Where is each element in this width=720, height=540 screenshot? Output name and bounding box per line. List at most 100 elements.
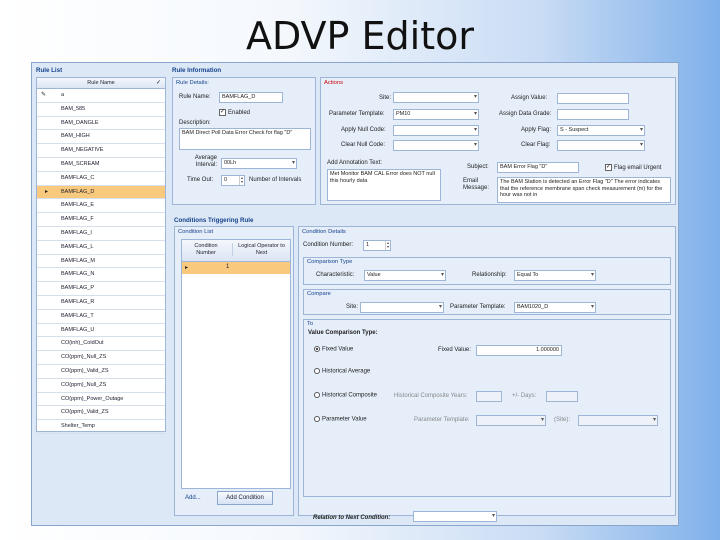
rule-list-item[interactable]: CO(ppm)_Valid_ZS: [37, 365, 165, 379]
rule-list-item[interactable]: BAMFLAG_T: [37, 310, 165, 324]
rule-list-item-label: BAM_DANGLE: [61, 119, 99, 126]
conditions-header: Conditions Triggering Rule: [174, 217, 254, 224]
rule-list-item[interactable]: BAM_HIGH: [37, 130, 165, 145]
historical-composite-radio[interactable]: Historical Composite: [314, 392, 377, 399]
rule-list-item[interactable]: Shelter_Temp: [37, 420, 165, 434]
relationship-combo[interactable]: Equal To: [514, 270, 596, 281]
rule-list-item[interactable]: ▸ BAMFLAG_D: [37, 185, 165, 200]
apply-flag-combo[interactable]: S - Suspect: [557, 125, 645, 136]
rule-list-item-label: BAMFLAG_L: [61, 243, 94, 250]
comparison-type-header: Comparison Type: [307, 259, 353, 265]
rule-name-column-header[interactable]: Rule Name ✓: [37, 78, 165, 89]
rule-list-item-label: BAMFLAG_I: [61, 229, 92, 236]
flag-urgent-checkbox[interactable]: ✓ Flag email Urgent: [605, 164, 661, 171]
plus-minus-days-field[interactable]: [546, 391, 578, 402]
rule-list-item[interactable]: BAMFLAG_L: [37, 241, 165, 255]
timeout-field[interactable]: 0 ▴ ▾: [221, 175, 245, 186]
timeout-spinner[interactable]: ▴ ▾: [239, 176, 244, 185]
rule-list-item[interactable]: BAMFLAG_C: [37, 172, 165, 186]
rule-list-item[interactable]: CO(ppm)_Null_ZS: [37, 379, 165, 393]
rule-list-item[interactable]: BAMFLAG_M: [37, 255, 165, 269]
action-param-template-combo[interactable]: PM10: [393, 109, 479, 120]
rule-list-item-label: BAM_585: [61, 105, 86, 112]
relationship-label: Relationship:: [472, 272, 507, 278]
condition-row-number: 1: [226, 264, 230, 270]
actions-header: Actions: [324, 80, 344, 86]
fixed-value-radio[interactable]: Fixed Value: [314, 346, 353, 353]
annotation-field[interactable]: Met Monitor BAM CAL Error does NOT null …: [327, 169, 441, 201]
rule-list-item-label: CO(ppm)_Null_ZS: [61, 381, 107, 388]
site-disabled-combo[interactable]: [578, 415, 658, 426]
rule-list-item[interactable]: BAMFLAG_I: [37, 227, 165, 241]
fixed-value-field[interactable]: 1.000000: [476, 345, 562, 356]
rule-list-item[interactable]: CO(ppm)_Null_ZS: [37, 351, 165, 365]
enabled-checkbox[interactable]: ✓ Enabled: [219, 109, 250, 116]
clear-flag-combo[interactable]: [557, 140, 645, 151]
rule-list-item[interactable]: CO(ppm)_Valid_ZS: [37, 406, 165, 421]
historical-average-radio[interactable]: Historical Average: [314, 368, 370, 375]
actions-panel: Actions Site: Parameter Template: PM10 A…: [320, 77, 676, 205]
historical-average-radio-icon: [314, 368, 320, 374]
parameter-value-radio[interactable]: Parameter Value: [314, 416, 367, 423]
relation-next-combo[interactable]: [413, 511, 497, 522]
condition-number-value: 1: [366, 242, 370, 248]
action-param-template-label: Parameter Template:: [329, 111, 385, 117]
subject-field[interactable]: BAM Error Flag "D": [497, 162, 579, 173]
clear-flag-label: Clear Flag:: [521, 142, 551, 148]
rule-list[interactable]: Rule Name ✓ ✎ a BAM_585 BAM_DANGLE BAM_HIG…: [36, 77, 166, 434]
rule-list-item[interactable]: BAMFLAG_U: [37, 324, 165, 338]
row-pointer-icon: ▸: [45, 188, 49, 195]
description-field[interactable]: BAM Direct Poll Data Error Check for fla…: [179, 128, 311, 150]
condition-number-field[interactable]: 1 ▴ ▾: [363, 240, 391, 251]
compare-site-combo[interactable]: [360, 302, 444, 313]
rule-list-item[interactable]: BAMFLAG_R: [37, 296, 165, 310]
to-group: To Value Comparison Type: Fixed Value Fi…: [303, 319, 671, 497]
rule-details-panel: Rule Details: Rule Name: BAMFLAG_D ✓ Enab…: [172, 77, 316, 205]
assign-data-grade-field[interactable]: [557, 109, 629, 120]
historical-composite-label: Historical Composite: [322, 392, 378, 399]
avg-interval-combo[interactable]: 00Lh: [221, 158, 297, 169]
rule-list-item[interactable]: BAMFLAG_P: [37, 282, 165, 296]
rule-name-field[interactable]: BAMFLAG_D: [219, 92, 283, 103]
value-comparison-label: Value Comparison Type:: [308, 330, 378, 336]
parameter-template-disabled-combo[interactable]: [476, 415, 546, 426]
rule-list-item[interactable]: BAM_NEGATIVE: [37, 144, 165, 158]
col-condition-number[interactable]: Condition Number: [186, 243, 226, 256]
add-condition-button[interactable]: Add Condition: [217, 491, 273, 505]
rule-list-item[interactable]: BAMFLAG_E: [37, 199, 165, 214]
rule-name-label: Rule Name:: [179, 94, 211, 100]
rule-list-item[interactable]: BAMFLAG_N: [37, 268, 165, 283]
assign-value-field[interactable]: [557, 93, 629, 104]
col-logical-operator[interactable]: Logical Operator to Next: [232, 243, 290, 256]
rule-list-item[interactable]: BAM_DANGLE: [37, 117, 165, 131]
relation-next-label: Relation to Next Condition:: [313, 515, 391, 521]
slide-title: ADVP Editor: [245, 14, 475, 58]
historical-composite-years-field[interactable]: [476, 391, 502, 402]
condition-number-spinner[interactable]: ▴ ▾: [385, 241, 390, 250]
compare-param-template-combo[interactable]: BAM1020_D: [514, 302, 596, 313]
rule-list-header: Rule List: [36, 67, 63, 74]
apply-null-combo[interactable]: [393, 125, 479, 136]
condition-row[interactable]: ▸ 1: [182, 262, 290, 274]
add-link[interactable]: Add...: [185, 495, 201, 501]
timeout-label: Time Out:: [187, 177, 214, 183]
enabled-check-icon: ✓: [219, 109, 226, 116]
rule-list-item[interactable]: CO(inh)_ColdOut: [37, 337, 165, 352]
rule-list-item[interactable]: BAM_585: [37, 103, 165, 117]
rule-list-item-label: BAMFLAG_U: [61, 326, 95, 333]
characteristic-combo[interactable]: Value: [364, 270, 446, 281]
action-site-combo[interactable]: [393, 92, 479, 103]
plus-minus-days-label: +/- Days:: [512, 393, 537, 399]
clear-null-combo[interactable]: [393, 140, 479, 151]
email-message-field[interactable]: The BAM Station is detected an Error Fla…: [497, 177, 671, 203]
rule-list-item[interactable]: BAM_SCREAM: [37, 158, 165, 172]
condition-grid[interactable]: Condition Number Logical Operator to Nex…: [181, 239, 291, 489]
rule-list-item-label: CO(ppm)_Valid_ZS: [61, 409, 109, 416]
rule-list-item[interactable]: BAMFLAG_F: [37, 213, 165, 227]
rule-list-item[interactable]: CO(ppm)_Power_Outage: [37, 393, 165, 407]
rule-list-filter-row[interactable]: ✎ a: [37, 89, 165, 103]
filter-icon[interactable]: ✓: [156, 78, 161, 88]
rule-name-column-label: Rule Name: [87, 80, 115, 86]
compare-site-label: Site:: [346, 304, 359, 310]
assign-value-label: Assign Value:: [511, 95, 548, 101]
